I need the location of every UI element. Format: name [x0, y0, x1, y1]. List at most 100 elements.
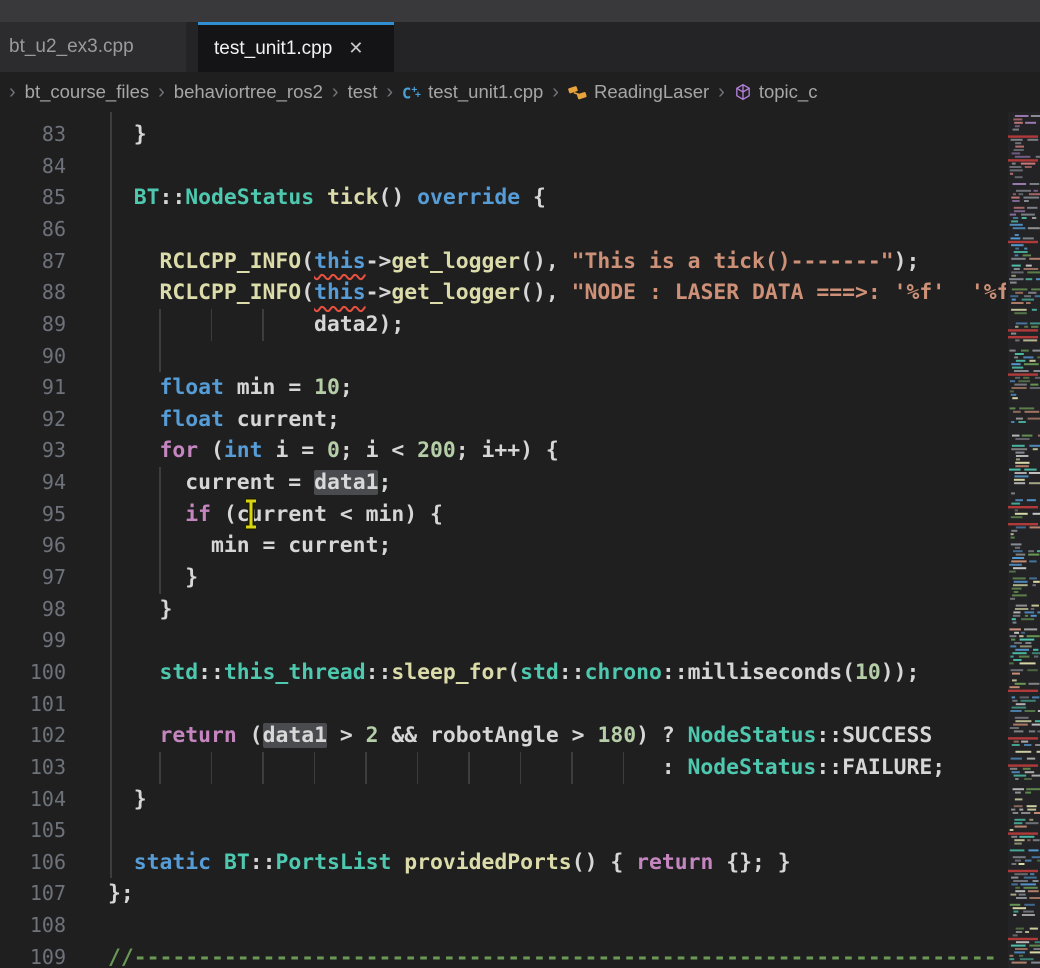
code-line-83[interactable]: } [108, 119, 147, 151]
indent-guide [159, 562, 161, 594]
line-number[interactable] [0, 112, 66, 119]
code-line-106[interactable]: static BT::PortsList providedPorts() { r… [108, 847, 791, 879]
vscode-window: bt_u2_ex3.cpp test_unit1.cpp ✕ › bt_cours… [0, 0, 1040, 968]
breadcrumb-item-test[interactable]: test [348, 81, 378, 103]
line-number[interactable]: 90 [0, 341, 66, 373]
tab-label: test_unit1.cpp [214, 38, 332, 60]
line-number[interactable]: 84 [0, 151, 66, 183]
line-number[interactable]: 103 [0, 752, 66, 784]
tab-bt_u2_ex3-cpp[interactable]: bt_u2_ex3.cpp [0, 22, 186, 72]
line-number[interactable]: 102 [0, 720, 66, 752]
titlebar [0, 0, 1040, 22]
minimap[interactable] [1008, 112, 1040, 968]
breadcrumb-item-behaviortree_ros2[interactable]: behaviortree_ros2 [174, 81, 323, 103]
code-row: 84 [0, 151, 1006, 183]
line-number[interactable]: 105 [0, 815, 66, 847]
indent-guide [159, 467, 161, 499]
code-row: 100 std::this_thread::sleep_for(std::chr… [0, 657, 1006, 689]
indent-guide [211, 309, 213, 341]
cpp-file-icon: C + + [402, 83, 421, 102]
code-row: "); [0, 112, 1006, 119]
code-line-87[interactable]: RCLCPP_INFO(this->get_logger(), "This is… [108, 246, 919, 278]
line-number[interactable]: 88 [0, 277, 66, 309]
code-row: 88 RCLCPP_INFO(this->get_logger(), "NODE… [0, 277, 1006, 309]
breadcrumb-item-test_unit1.cpp[interactable]: C + + test_unit1.cpp [402, 81, 543, 103]
line-number[interactable]: 108 [0, 910, 66, 942]
code-line-100[interactable]: std::this_thread::sleep_for(std::chrono:… [108, 657, 919, 689]
line-number[interactable]: 101 [0, 689, 66, 721]
code-line-107[interactable]: }; [108, 878, 134, 910]
code-row: 89 data2); [0, 309, 1006, 341]
code-row: 85 BT::NodeStatus tick() override { [0, 182, 1006, 214]
code-line-partial[interactable]: "); [108, 112, 237, 119]
code-line-85[interactable]: BT::NodeStatus tick() override { [108, 182, 546, 214]
code-line-88[interactable]: RCLCPP_INFO(this->get_logger(), "NODE : … [108, 277, 1006, 309]
breadcrumb-label: topic_c [759, 81, 818, 103]
code-row: 106 static BT::PortsList providedPorts()… [0, 847, 1006, 879]
indent-guide [159, 341, 161, 373]
line-number[interactable]: 89 [0, 309, 66, 341]
breadcrumb-item-topic_c[interactable]: topic_c [734, 81, 818, 103]
chevron-right-icon: › [9, 81, 16, 104]
indent-guide [110, 112, 112, 878]
code-row: 91 float min = 10; [0, 372, 1006, 404]
line-number[interactable]: 92 [0, 404, 66, 436]
code-row: 83 } [0, 119, 1006, 151]
line-number[interactable]: 104 [0, 784, 66, 816]
code-line-109[interactable]: //--------------------------------------… [108, 942, 997, 968]
line-number[interactable]: 100 [0, 657, 66, 689]
breadcrumb-item-bt_course_files[interactable]: bt_course_files [25, 81, 149, 103]
line-number[interactable]: 91 [0, 372, 66, 404]
line-number[interactable]: 98 [0, 594, 66, 626]
line-number[interactable]: 86 [0, 214, 66, 246]
code-line-98[interactable]: } [108, 594, 172, 626]
line-number[interactable]: 106 [0, 847, 66, 879]
chevron-right-icon: › [158, 81, 165, 104]
breadcrumb-label: test [348, 81, 378, 103]
code-row: 94 current = data1; [0, 467, 1006, 499]
line-number[interactable]: 99 [0, 625, 66, 657]
tab-label: bt_u2_ex3.cpp [9, 36, 134, 58]
line-number[interactable]: 95 [0, 499, 66, 531]
line-number[interactable]: 107 [0, 878, 66, 910]
code-line-89[interactable]: data2); [108, 309, 404, 341]
line-number[interactable]: 96 [0, 530, 66, 562]
line-number[interactable]: 93 [0, 435, 66, 467]
code-line-93[interactable]: for (int i = 0; i < 200; i++) { [108, 435, 559, 467]
code-row: 92 float current; [0, 404, 1006, 436]
breadcrumb-item-ReadingLaser[interactable]: ReadingLaser [568, 81, 709, 103]
indent-guide [211, 752, 213, 784]
code-row: 87 RCLCPP_INFO(this->get_logger(), "This… [0, 246, 1006, 278]
close-icon[interactable]: ✕ [348, 38, 363, 59]
error-squiggle-token: this [314, 280, 366, 305]
indent-guide [623, 752, 625, 784]
code-line-91[interactable]: float min = 10; [108, 372, 353, 404]
word-highlight: data1 [314, 470, 378, 495]
indent-guide [159, 309, 161, 341]
line-number[interactable]: 85 [0, 182, 66, 214]
code-row: 86 [0, 214, 1006, 246]
code-line-94[interactable]: current = data1; [108, 467, 391, 499]
code-line-104[interactable]: } [108, 784, 147, 816]
breadcrumb-label: bt_course_files [25, 81, 149, 103]
breadcrumb-label: test_unit1.cpp [428, 81, 543, 103]
indent-guide [262, 309, 264, 341]
code-line-92[interactable]: float current; [108, 404, 340, 436]
word-highlight: data1 [263, 723, 327, 748]
code-line-102[interactable]: return (data1 > 2 && robotAngle > 180) ?… [108, 720, 932, 752]
code-line-97[interactable]: } [108, 562, 198, 594]
line-number[interactable]: 109 [0, 942, 66, 968]
code-row: 95 if (current < min) { [0, 499, 1006, 531]
line-number[interactable]: 83 [0, 119, 66, 151]
code-line-103[interactable]: : NodeStatus::FAILURE; [108, 752, 945, 784]
tab-test_unit1-cpp[interactable]: test_unit1.cpp ✕ [198, 22, 394, 72]
line-number[interactable]: 87 [0, 246, 66, 278]
code-row: 98 } [0, 594, 1006, 626]
code-line-95[interactable]: if (current < min) { [108, 499, 443, 531]
code-row: 101 [0, 689, 1006, 721]
line-number[interactable]: 94 [0, 467, 66, 499]
line-number[interactable]: 97 [0, 562, 66, 594]
mouse-cursor-ibeam [242, 498, 260, 530]
svg-text:C: C [402, 84, 411, 102]
code-editor[interactable]: ");83 }8485 BT::NodeStatus tick() overri… [0, 112, 1006, 968]
